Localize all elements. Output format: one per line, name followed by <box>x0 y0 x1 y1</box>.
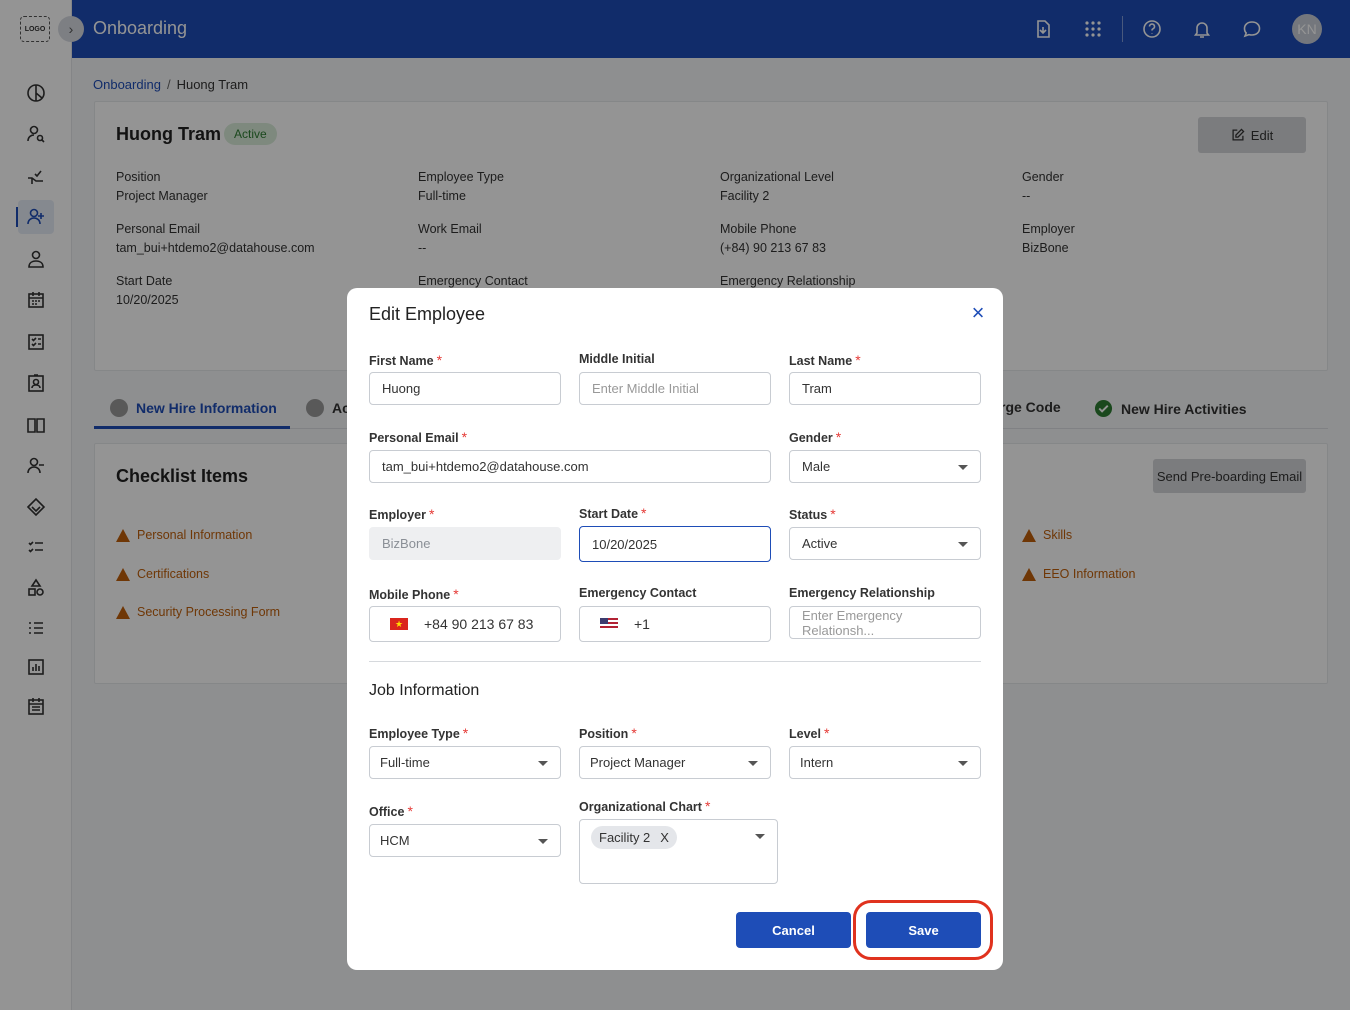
level-select[interactable]: Intern <box>789 746 981 779</box>
position-label: Position * <box>579 725 637 741</box>
emergency-relationship-field[interactable]: Enter Emergency Relationsh... <box>789 606 981 639</box>
chevron-down-icon <box>958 761 968 766</box>
section-divider <box>369 661 981 662</box>
last-name-label: Last Name * <box>789 352 861 368</box>
mobile-phone-field[interactable]: ★ +84 90 213 67 83 <box>369 606 561 642</box>
chevron-down-icon <box>538 839 548 844</box>
status-select[interactable]: Active <box>789 527 981 560</box>
chevron-down-icon <box>958 465 968 470</box>
start-date-label: Start Date * <box>579 505 647 521</box>
first-name-field[interactable]: Huong <box>369 372 561 405</box>
personal-email-label: Personal Email * <box>369 429 468 445</box>
office-select[interactable]: HCM <box>369 824 561 857</box>
employer-field: BizBone <box>369 527 561 560</box>
last-name-field[interactable]: Tram <box>789 372 981 405</box>
gender-select[interactable]: Male <box>789 450 981 483</box>
chevron-down-icon <box>748 761 758 766</box>
chevron-down-icon <box>755 834 765 839</box>
vietnam-flag-icon[interactable]: ★ <box>390 618 408 630</box>
save-highlight-annotation <box>853 900 993 960</box>
middle-initial-field[interactable]: Enter Middle Initial <box>579 372 771 405</box>
employee-type-select[interactable]: Full-time <box>369 746 561 779</box>
office-label: Office * <box>369 803 413 819</box>
job-information-title: Job Information <box>369 682 480 699</box>
modal-title: Edit Employee <box>369 304 486 324</box>
emergency-contact-label: Emergency Contact <box>579 586 697 600</box>
level-label: Level * <box>789 725 830 741</box>
employee-type-label: Employee Type * <box>369 725 469 741</box>
emergency-relationship-label: Emergency Relationship <box>789 586 935 600</box>
personal-email-field[interactable]: tam_bui+htdemo2@datahouse.com <box>369 450 771 483</box>
position-select[interactable]: Project Manager <box>579 746 771 779</box>
emergency-contact-field[interactable]: +1 <box>579 606 771 642</box>
close-icon[interactable]: × <box>967 302 989 324</box>
middle-initial-label: Middle Initial <box>579 352 655 366</box>
edit-employee-modal: Edit Employee × First Name * Huong Middle… <box>347 288 1003 970</box>
first-name-label: First Name * <box>369 352 443 368</box>
gender-label: Gender * <box>789 429 842 445</box>
chevron-down-icon <box>538 761 548 766</box>
org-chart-label: Organizational Chart * <box>579 798 711 814</box>
us-flag-icon[interactable] <box>600 618 618 630</box>
status-label: Status * <box>789 506 836 522</box>
org-chart-chip: Facility 2X <box>591 826 677 849</box>
remove-chip-icon[interactable]: X <box>660 830 669 845</box>
chevron-down-icon <box>958 542 968 547</box>
employer-label: Employer * <box>369 506 435 522</box>
org-chart-select[interactable]: Facility 2X <box>579 819 778 884</box>
mobile-phone-label: Mobile Phone * <box>369 586 459 602</box>
cancel-button[interactable]: Cancel <box>736 912 851 948</box>
start-date-field[interactable]: 10/20/2025 <box>579 526 771 562</box>
